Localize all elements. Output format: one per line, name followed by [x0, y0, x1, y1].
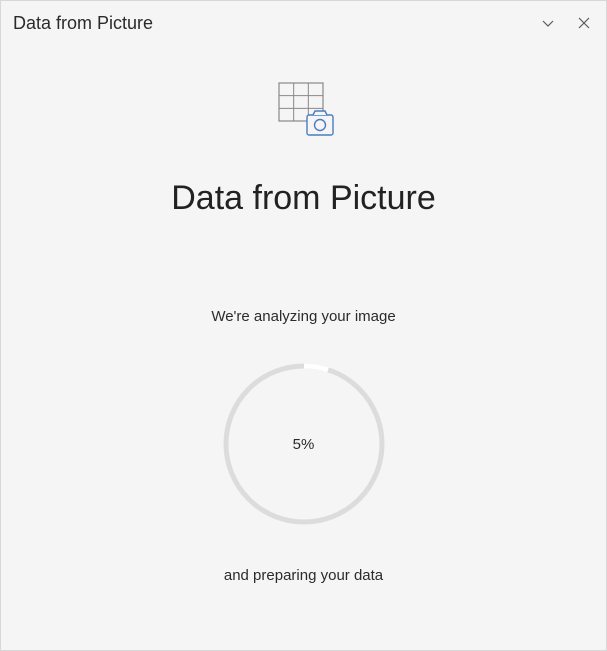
panel-header: Data from Picture — [1, 1, 606, 45]
data-from-picture-panel: Data from Picture — [0, 0, 607, 651]
panel-title: Data from Picture — [13, 13, 153, 34]
status-text-top: We're analyzing your image — [211, 308, 395, 325]
progress-percent-label: 5% — [293, 436, 315, 453]
grid-camera-icon — [273, 81, 335, 137]
panel-controls — [538, 13, 594, 33]
close-icon — [578, 17, 590, 29]
progress-ring: 5% — [219, 359, 389, 529]
status-text-bottom: and preparing your data — [224, 567, 383, 584]
close-button[interactable] — [574, 13, 594, 33]
panel-content: Data from Picture We're analyzing your i… — [1, 45, 606, 650]
collapse-button[interactable] — [538, 13, 558, 33]
chevron-down-icon — [541, 16, 555, 30]
main-heading: Data from Picture — [171, 179, 436, 218]
